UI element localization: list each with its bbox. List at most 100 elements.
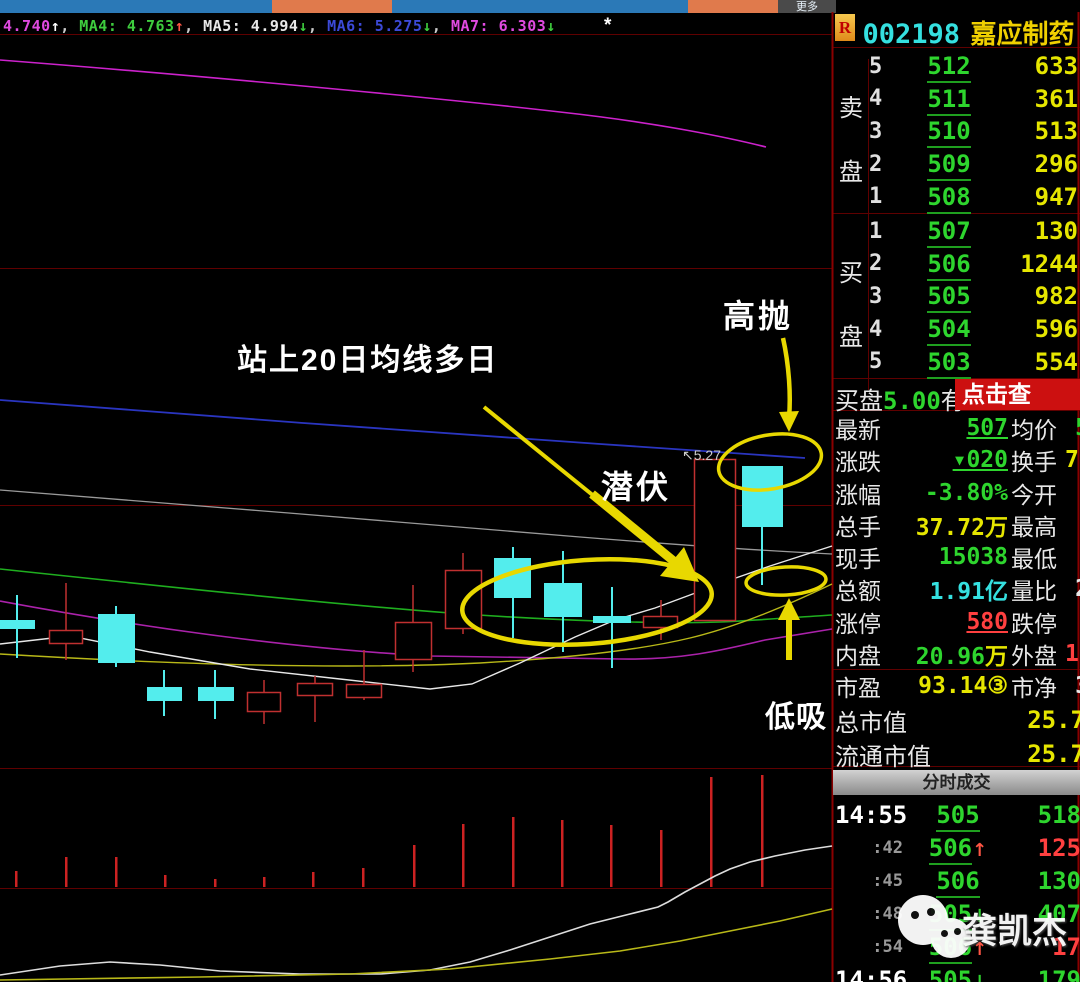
stat-label: 跌停 — [1011, 610, 1057, 637]
margin-trading-badge: R — [835, 14, 855, 41]
stat-value: ▾020 — [952, 447, 1008, 474]
level-number: 5 — [869, 53, 883, 79]
sell-level-row[interactable]: 5 512 633 — [869, 50, 1080, 84]
level-number: 4 — [869, 316, 883, 342]
watermark: 龚凯杰 — [898, 893, 1080, 958]
menu-tab-more[interactable]: 更多 — [778, 0, 836, 13]
buy-level-row[interactable]: 4 504 596 — [869, 313, 1080, 347]
level-number: 5 — [869, 349, 883, 375]
trade-price: 506↑ — [928, 833, 987, 865]
ask-price[interactable]: 508 — [927, 182, 971, 214]
stat-value: 20.96万 — [915, 644, 1008, 671]
bid-price[interactable]: 506 — [927, 249, 971, 281]
stat-label: 涨跌 — [835, 449, 881, 476]
ask-price[interactable]: 512 — [927, 52, 971, 84]
ask-volume: 947 — [1034, 182, 1078, 211]
cap-label: 流通市值 — [835, 743, 931, 771]
bid-volume: 982 — [1034, 282, 1078, 311]
sell-side-label: 卖 — [839, 95, 863, 122]
trade-price: 505 — [936, 800, 980, 832]
buy-order-book: 1 507 130 2 506 1244 3 505 982 4 504 596… — [869, 215, 1080, 379]
bid-price[interactable]: 505 — [927, 282, 971, 314]
buy-level-row[interactable]: 1 507 130 — [869, 215, 1080, 249]
stat-label: 外盘 — [1011, 643, 1057, 670]
stat-label: 市盈 — [835, 675, 881, 702]
level-number: 2 — [869, 251, 883, 277]
annotation-buy-low-text: 低吸 — [765, 701, 827, 734]
stat-label: 最低 — [1011, 546, 1057, 573]
ask-volume: 633 — [1034, 52, 1078, 81]
cap-value: 25.7 — [1027, 740, 1080, 768]
bid-volume: 1244 — [1020, 249, 1078, 278]
timesales-header[interactable]: 分时成交 — [833, 770, 1080, 795]
ma-value: , — [60, 17, 80, 35]
timesales-row: 14:56 505↓ 179 — [835, 963, 1080, 982]
stock-code: 002198 — [862, 19, 960, 50]
buy-level-row[interactable]: 5 503 554 — [869, 345, 1080, 379]
candle-price-callout: ↖5.27 — [682, 447, 721, 463]
top-menu-bar: 更多 — [0, 0, 836, 13]
watermark-author-text: 龚凯杰 — [962, 912, 1068, 951]
timesales-row: 14:55 505 518 — [835, 798, 1080, 832]
bid-volume: 554 — [1034, 347, 1078, 376]
stats-row: 现手 15038 最低 — [835, 540, 1080, 572]
trade-time: :54 — [872, 936, 903, 957]
menu-tab-highlight-2[interactable] — [688, 0, 778, 13]
sell-level-row[interactable]: 3 510 513 — [869, 115, 1080, 149]
trade-time: :45 — [872, 870, 903, 891]
level-number: 3 — [869, 283, 883, 309]
sell-level-row[interactable]: 1 508 947 — [869, 180, 1080, 214]
stats-row: 内盘 20.96万 外盘 16.7 — [835, 637, 1080, 671]
market-cap-row: 流通市值 25.7 — [835, 737, 1080, 771]
buy-level-row[interactable]: 2 506 1244 — [869, 248, 1080, 281]
chart-marker-star: * — [604, 15, 612, 36]
menu-tab-highlight-1[interactable] — [272, 0, 392, 13]
menu-tab-group-1[interactable] — [0, 0, 272, 13]
stats-row: 涨幅 -3.80% 今开 — [835, 476, 1080, 508]
stat-value: 2 — [1065, 576, 1080, 602]
bid-price[interactable]: 504 — [927, 315, 971, 347]
stat-label: 市净 — [1011, 675, 1057, 702]
buy-level-row[interactable]: 3 505 982 — [869, 280, 1080, 314]
stats-row: 市盈 93.14③ 市净 3 — [835, 669, 1080, 701]
buy-side-label: 买 — [839, 260, 863, 287]
stats-row: 涨跌 ▾020 换手 7.4 — [835, 443, 1080, 475]
trade-time: :48 — [872, 903, 903, 924]
stat-value: 580 — [966, 608, 1008, 635]
ma-value: ↓ — [546, 17, 556, 35]
ma-value: , — [308, 17, 328, 35]
sell-level-row[interactable]: 4 511 361 — [869, 83, 1080, 116]
stat-value: -3.80% — [924, 479, 1008, 506]
stat-label: 总额 — [835, 578, 881, 605]
bid-volume: 130 — [1034, 217, 1078, 246]
stat-label: 换手 — [1011, 449, 1057, 476]
menu-tab-group-2[interactable] — [392, 0, 688, 13]
trade-volume: 130 — [1037, 866, 1080, 895]
ma-value: MA4: 4.763 — [79, 17, 175, 35]
stat-value: 1.91亿 — [929, 579, 1008, 606]
sell-level-row[interactable]: 2 509 296 — [869, 148, 1080, 182]
stat-value: 507 — [966, 415, 1008, 441]
trade-price: 506 — [936, 866, 980, 898]
bid-price[interactable]: 503 — [927, 347, 971, 379]
ask-price[interactable]: 510 — [927, 117, 971, 149]
trade-price: 505↓ — [928, 965, 987, 982]
ma-value: ↓ — [298, 17, 308, 35]
ma-indicator-header: 4.740↑, MA4: 4.763↑, MA5: 4.994↓, MA6: 5… — [3, 17, 556, 35]
stat-label: 内盘 — [835, 643, 881, 670]
level-number: 1 — [869, 218, 883, 244]
stat-label: 总手 — [835, 513, 881, 540]
click-to-view-button[interactable]: 点击查 — [955, 379, 1080, 410]
stat-label: 现手 — [835, 546, 881, 573]
buy-queue-row: 买盘5.00有250 点击查 — [835, 379, 1080, 415]
ask-price[interactable]: 511 — [927, 84, 971, 116]
bid-price[interactable]: 507 — [927, 217, 971, 249]
stats-row: 涨停 580 跌停 — [835, 605, 1080, 637]
ma-value: ↑ — [50, 17, 61, 35]
market-cap-rows: 总市值 25.7 流通市值 25.7 — [835, 703, 1080, 771]
stock-name[interactable]: 嘉应制药 — [970, 19, 1074, 49]
ma-value: , — [184, 17, 204, 35]
trade-volume: 179 — [1037, 965, 1080, 982]
volume-bars — [15, 775, 764, 887]
ask-price[interactable]: 509 — [927, 150, 971, 182]
